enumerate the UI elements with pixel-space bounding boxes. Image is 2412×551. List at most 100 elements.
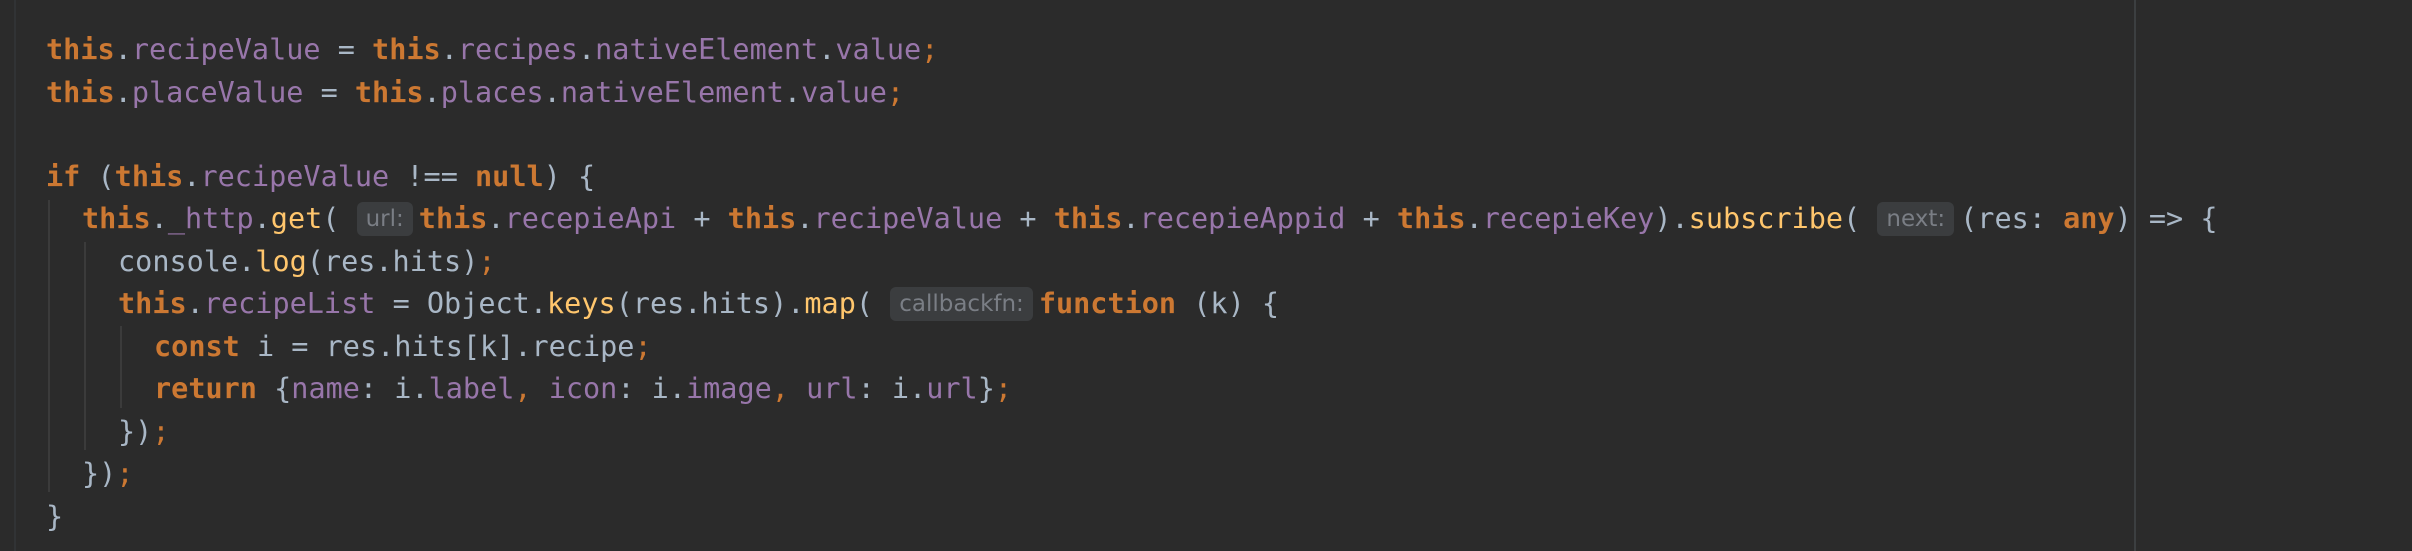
parameter-hint-url: url:: [356, 202, 413, 236]
code-text: .: [183, 160, 201, 193]
code-text: .: [487, 202, 505, 235]
semicolon: ;: [921, 33, 939, 66]
field: placeValue: [131, 76, 304, 109]
code-line-6[interactable]: this.recipeList = Object.keys(res.hits).…: [118, 283, 1279, 325]
code-text: ) {: [543, 160, 596, 193]
code-text: (: [80, 160, 115, 193]
code-text: .: [114, 33, 132, 66]
field: url: [806, 372, 858, 405]
code-text: }): [82, 457, 117, 490]
parameter-hint-callbackfn: callbackfn:: [890, 287, 1033, 321]
code-text: .: [440, 33, 458, 66]
code-text: +: [1345, 202, 1397, 235]
code-text: .: [186, 287, 204, 320]
code-text: (res:: [1960, 202, 2064, 235]
code-line-2[interactable]: this.placeValue = this.places.nativeElem…: [46, 72, 904, 114]
semicolon: ;: [886, 76, 905, 109]
code-text: }): [118, 415, 153, 448]
semicolon: ;: [116, 457, 134, 490]
code-text: {: [256, 372, 292, 405]
method: get: [270, 202, 323, 235]
field: icon: [548, 372, 618, 405]
code-text: (res.hits).: [615, 287, 805, 320]
keyword: const: [154, 330, 240, 363]
keyword: this: [46, 33, 115, 66]
field: name: [291, 372, 360, 405]
method: log: [255, 245, 307, 278]
code-text: (res.hits): [306, 245, 479, 278]
keyword: this: [354, 76, 424, 109]
code-line-10[interactable]: });: [82, 453, 134, 495]
keyword: if: [46, 160, 81, 193]
code-text: +: [1002, 202, 1054, 235]
code-line-1[interactable]: this.recipeValue = this.recipes.nativeEl…: [46, 29, 938, 71]
indent-guide: [84, 242, 86, 450]
code-line-8[interactable]: return {name: i.label, icon: i.image, ur…: [154, 368, 1012, 410]
field: recepieApi: [504, 202, 677, 235]
keyword: null: [475, 160, 544, 193]
keyword: this: [114, 160, 184, 193]
keyword: this: [727, 202, 797, 235]
code-line-7[interactable]: const i = res.hits[k].recipe;: [154, 326, 652, 368]
code-text: .: [114, 76, 132, 109]
field: recepieAppid: [1139, 202, 1346, 235]
code-line-4[interactable]: this._http.get( url: this.recepieApi + th…: [82, 198, 2218, 240]
right-margin-guide: [2134, 0, 2136, 551]
code-text: .: [543, 76, 561, 109]
indent-guide: [120, 326, 122, 408]
semicolon: ;: [634, 330, 652, 363]
code-text: =: [320, 33, 373, 66]
code-text: .: [423, 76, 441, 109]
field: url: [926, 372, 978, 405]
code-text: (k) {: [1176, 287, 1280, 320]
code-line-3[interactable]: if (this.recipeValue !== null) {: [46, 156, 595, 198]
code-text: }: [46, 500, 64, 533]
code-text: +: [676, 202, 728, 235]
code-text: ) => {: [2114, 202, 2218, 235]
field: nativeElement: [595, 33, 819, 66]
field: recipeValue: [200, 160, 390, 193]
code-text: (: [322, 202, 357, 235]
code-text: ).: [1654, 202, 1689, 235]
comma: ,: [514, 372, 549, 405]
code-text: }: [977, 372, 995, 405]
code-text: .: [818, 33, 836, 66]
keyword: this: [1396, 202, 1466, 235]
field: places: [440, 76, 544, 109]
code-text: .: [783, 76, 802, 109]
code-text: .: [796, 202, 814, 235]
code-text: .: [1122, 202, 1140, 235]
keyword: any: [2063, 202, 2115, 235]
field: value: [835, 33, 922, 66]
field: recipeValue: [813, 202, 1003, 235]
semicolon: ;: [152, 415, 170, 448]
code-text: .: [577, 33, 596, 66]
field: _http: [167, 202, 254, 235]
method: keys: [547, 287, 616, 320]
code-text: : i.: [617, 372, 686, 405]
code-editor[interactable]: this.recipeValue = this.recipes.nativeEl…: [0, 0, 2412, 551]
code-text: console.: [118, 245, 256, 278]
keyword: this: [118, 287, 187, 320]
keyword: function: [1038, 287, 1177, 320]
gutter-border: [14, 0, 16, 551]
code-text: .: [253, 202, 271, 235]
code-text: (: [855, 287, 891, 320]
code-line-9[interactable]: });: [118, 411, 170, 453]
semicolon: ;: [994, 372, 1013, 405]
parameter-hint-next: next:: [1877, 202, 1955, 236]
code-line-5[interactable]: console.log(res.hits);: [118, 241, 496, 283]
code-text: !==: [389, 160, 476, 193]
code-text: : i.: [857, 372, 927, 405]
method: map: [804, 287, 856, 320]
field: label: [428, 372, 515, 405]
keyword: this: [82, 202, 151, 235]
field: image: [685, 372, 772, 405]
code-text: .: [150, 202, 168, 235]
code-line-11[interactable]: }: [46, 496, 63, 538]
comma: ,: [771, 372, 807, 405]
field: nativeElement: [560, 76, 784, 109]
keyword: this: [372, 33, 441, 66]
field: recipeValue: [131, 33, 321, 66]
code-text: i = res.hits[k].recipe: [239, 330, 635, 363]
